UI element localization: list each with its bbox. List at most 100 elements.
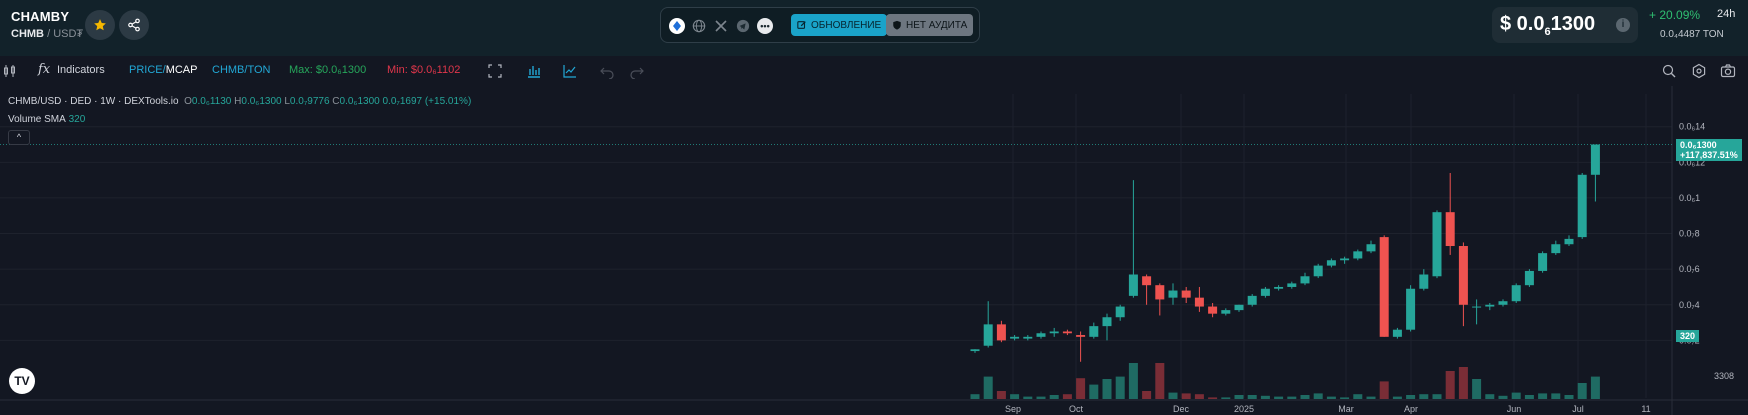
redo-icon[interactable] xyxy=(629,63,645,79)
candle-body xyxy=(1010,336,1020,339)
bar-chart-icon[interactable] xyxy=(526,63,542,79)
current-price: $ 0.061300 xyxy=(1500,13,1595,38)
edit-icon xyxy=(797,21,806,29)
y-tick-label: 0.0₆14 xyxy=(1679,122,1705,132)
candle-body xyxy=(1353,251,1363,259)
volume-bar xyxy=(1089,384,1099,399)
x-tick-label: Oct xyxy=(1069,404,1084,414)
zoom-icon[interactable] xyxy=(1661,63,1677,79)
candle-body xyxy=(1300,276,1310,284)
volume-bar xyxy=(1524,395,1534,399)
volume-legend-label: Volume SMA xyxy=(8,114,66,125)
candle-body xyxy=(1234,304,1244,311)
candle-body xyxy=(1076,335,1086,337)
price-option[interactable]: PRICE xyxy=(129,64,163,76)
candle-body xyxy=(1366,244,1376,252)
volume-legend-value: 320 xyxy=(68,114,86,125)
volume-bar xyxy=(1208,397,1218,399)
candle-body xyxy=(1023,336,1033,339)
price-chart[interactable]: 0.0₆140.0₆120.0₆10.0₇80.0₇60.0₇40.0₇2Sep… xyxy=(0,86,1748,415)
audit-badge[interactable]: НЕТ АУДИТА xyxy=(886,14,974,36)
website-link[interactable] xyxy=(691,18,707,34)
legend-symbol: CHMB/USD · DED · 1W · DEXTools.io xyxy=(8,96,179,107)
volume-bar xyxy=(1353,394,1363,399)
candle-body xyxy=(1155,285,1165,300)
volume-bar xyxy=(1313,393,1323,399)
y-tick-label: 0.0₇8 xyxy=(1679,229,1700,239)
y-tick-label: 0.0₇4 xyxy=(1679,300,1700,310)
candle-body xyxy=(1472,306,1482,308)
candle-body xyxy=(983,324,993,346)
volume-bar xyxy=(1511,392,1521,399)
volume-bar xyxy=(1115,376,1125,399)
price-prefix: $ 0.0 xyxy=(1500,13,1545,35)
pair-toggle[interactable]: CHMB/TON xyxy=(212,64,270,76)
share-button[interactable] xyxy=(119,10,149,40)
candle-body xyxy=(1524,270,1534,286)
volume-bar xyxy=(1472,379,1482,399)
volume-bar xyxy=(1260,395,1270,399)
x-link[interactable] xyxy=(713,18,729,34)
candle-body xyxy=(1379,237,1389,337)
tradingview-logo[interactable]: TV xyxy=(9,368,35,394)
candle-body xyxy=(1511,285,1521,302)
settings-icon[interactable] xyxy=(1691,63,1707,79)
camera-icon[interactable] xyxy=(1720,63,1736,79)
chevron-up-icon: ^ xyxy=(16,132,22,142)
candle-body xyxy=(1432,212,1442,277)
candle-body xyxy=(1260,288,1270,296)
favorite-button[interactable] xyxy=(85,10,115,40)
candle-body xyxy=(1181,290,1191,298)
candle-body xyxy=(996,324,1006,341)
legend-close: 0.0₆1300 0.0₇1697 (+15.01%) xyxy=(339,96,472,107)
token-name: CHAMBY xyxy=(11,9,70,24)
pair-quote: USD₮ xyxy=(53,28,84,40)
candle-body xyxy=(1049,331,1059,334)
social-links-bar: ••• ОБНОВЛЕНИЕ НЕТ АУДИТА xyxy=(660,7,980,43)
chain-link[interactable] xyxy=(669,18,685,34)
price-box: $ 0.061300 i xyxy=(1492,7,1638,43)
update-label: ОБНОВЛЕНИЕ xyxy=(811,19,882,31)
share-icon xyxy=(128,18,140,32)
candle-body xyxy=(1247,295,1257,305)
volume-bar xyxy=(1445,371,1455,399)
update-badge[interactable]: ОБНОВЛЕНИЕ xyxy=(791,14,888,36)
legend-open: 0.0₆1130 xyxy=(191,96,232,107)
candle-body xyxy=(1392,329,1402,337)
volume-bar xyxy=(1194,394,1204,399)
volume-bar xyxy=(1551,393,1561,399)
more-links-button[interactable]: ••• xyxy=(757,18,773,34)
collapse-legend-button[interactable]: ^ xyxy=(8,130,30,145)
ton-price: 0.0₄4487 TON xyxy=(1660,29,1724,40)
volume-axis-label: 3308 xyxy=(1714,371,1734,381)
price-info-icon[interactable]: i xyxy=(1616,18,1630,32)
mcap-option[interactable]: MCAP xyxy=(166,64,198,76)
line-chart-icon[interactable] xyxy=(562,63,578,79)
x-tick-label: Jul xyxy=(1572,404,1584,414)
volume-bar xyxy=(1379,381,1389,399)
undo-icon[interactable] xyxy=(599,63,615,79)
chart-legend: CHMB/USD · DED · 1W · DEXTools.io O0.0₆1… xyxy=(8,96,471,107)
candle-body xyxy=(1128,274,1138,296)
candlestick-chart[interactable]: 0.0₆140.0₆120.0₆10.0₇80.0₇60.0₇40.0₇2Sep… xyxy=(0,86,1748,415)
candle-body xyxy=(970,349,980,352)
candle-body xyxy=(1551,244,1561,254)
candle-type-icon[interactable] xyxy=(2,63,18,79)
telegram-icon xyxy=(736,19,750,33)
legend-high: 0.0₆1300 xyxy=(241,96,282,107)
telegram-link[interactable] xyxy=(735,18,751,34)
price-mcap-toggle[interactable]: PRICE/MCAP xyxy=(129,64,197,76)
token-pair: CHMB / USD₮ xyxy=(11,28,83,40)
candle-body xyxy=(1577,174,1587,238)
candle-body xyxy=(1062,331,1072,334)
fullscreen-icon[interactable] xyxy=(487,63,503,79)
volume-bar xyxy=(1181,393,1191,399)
more-icon: ••• xyxy=(760,21,770,31)
indicators-button[interactable]: Indicators xyxy=(57,64,105,76)
volume-bar xyxy=(1036,396,1046,399)
candle-body xyxy=(1419,274,1429,289)
volume-bar xyxy=(1326,396,1336,399)
ton-diamond-icon xyxy=(673,21,681,31)
candle-body xyxy=(1538,253,1548,271)
volume-bar xyxy=(1076,378,1086,399)
